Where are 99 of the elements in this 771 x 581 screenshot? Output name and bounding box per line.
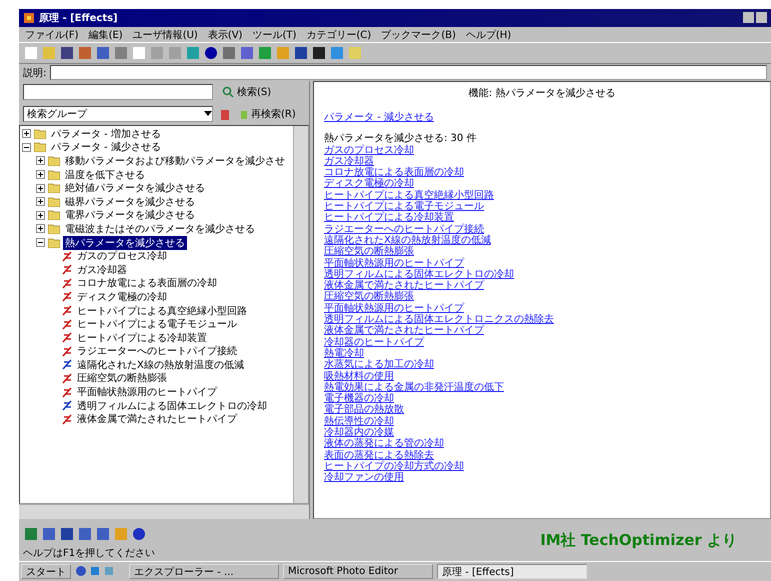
tree-item[interactable]: 遠隔化されたX線の熱放射温度の低減	[75, 358, 246, 372]
tree-item[interactable]: 液体金属で満たされたヒートパイプ	[75, 412, 239, 426]
effect-link[interactable]: 圧縮空気の断熱膨張	[324, 291, 414, 303]
effect-link[interactable]: 液体金属で満たされたヒートパイプ	[324, 280, 484, 292]
menu-item[interactable]: ツール(T)	[252, 28, 296, 42]
tree-item[interactable]: ヒートパイプによる冷却装置	[75, 330, 209, 345]
tree-item[interactable]: 熱パラメータを減少させる	[63, 236, 187, 250]
effect-link[interactable]: 水蒸気による加工の冷却	[324, 359, 434, 371]
effect-link[interactable]: ヒートパイプによる真空絶縁小型回路	[324, 190, 494, 202]
search-field[interactable]	[23, 84, 213, 100]
effect-link[interactable]: 透明フィルムによる固体エレクトロニクスの熱除去	[324, 314, 554, 326]
folder-icon	[34, 128, 46, 139]
search-icon	[222, 86, 234, 98]
effect-link[interactable]: 熱伝導性の冷却	[324, 416, 394, 428]
expand-icon[interactable]	[36, 197, 45, 206]
menu-item[interactable]: ユーザ情報(U)	[132, 28, 198, 42]
group-dropdown[interactable]: 検索グループ	[23, 106, 213, 122]
effect-link[interactable]: 透明フィルムによる固体エレクトロの冷却	[324, 268, 514, 280]
effect-link[interactable]: ガスのプロセス冷却	[324, 144, 414, 156]
toolbar-icon[interactable]	[133, 528, 145, 540]
tree-item[interactable]: ヒートパイプによる真空絶縁小型回路	[75, 304, 249, 318]
effect-link[interactable]: 電子機器の冷却	[324, 393, 394, 404]
description-field[interactable]	[50, 65, 767, 80]
scrollbar[interactable]	[19, 504, 309, 519]
status-text: ヘルプはF1を押してください	[23, 546, 156, 560]
detail-heading: 機能: 熱パラメータを減少させる	[468, 86, 616, 100]
expand-icon[interactable]	[36, 170, 45, 180]
expand-icon[interactable]	[22, 129, 31, 138]
tree-item[interactable]: ラジエーターへのヒートパイプ接続	[75, 344, 239, 358]
folder-icon	[34, 142, 46, 152]
parent-link[interactable]: パラメータ - 減少させる	[324, 112, 434, 124]
taskbar-button[interactable]: エクスプローラー - ...	[129, 564, 279, 578]
effect-link[interactable]: 冷却器内の冷媒	[324, 427, 394, 438]
tree-item[interactable]: コロナ放電による表面層の冷却	[75, 276, 219, 290]
menu-item[interactable]: ファイル(F)	[25, 28, 79, 42]
tree-item[interactable]: ガス冷却器	[75, 262, 129, 277]
tree-item[interactable]: 磁界パラメータを減少させる	[63, 194, 197, 209]
effect-link[interactable]: ディスク電極の冷却	[324, 178, 414, 190]
effect-link[interactable]: ヒートパイプによる電子モジュール	[324, 201, 484, 212]
expand-icon[interactable]	[36, 156, 45, 166]
tree-item[interactable]: ディスク電極の冷却	[75, 290, 169, 304]
tree-item[interactable]: 温度を低下させる	[63, 168, 147, 182]
effect-link[interactable]: 熱電冷却	[324, 348, 364, 360]
window-controls-icon[interactable]	[743, 12, 767, 24]
scrollbar[interactable]	[293, 126, 308, 503]
collapse-icon[interactable]	[22, 142, 31, 152]
menu-item[interactable]: カテゴリー(C)	[306, 28, 372, 42]
effect-link[interactable]: 電子部品の熱放散	[324, 404, 404, 416]
tree-item[interactable]: 透明フィルムによる固体エレクトロの冷却	[75, 398, 269, 413]
tree-item[interactable]: 圧縮空気の断熱膨張	[75, 371, 169, 386]
tree-item[interactable]: 移動パラメータおよび移動パラメータを減少させ	[63, 154, 287, 168]
menu-item[interactable]: ブックマーク(B)	[381, 28, 456, 42]
tree-item[interactable]: 電磁波またはそのパラメータを減少させる	[63, 222, 257, 236]
folder-icon	[48, 156, 60, 166]
effect-link[interactable]: 冷却器のヒートパイプ	[324, 336, 424, 348]
effect-link[interactable]: ガス冷却器	[324, 156, 374, 168]
effect-link[interactable]: 平面軸状熱源用のヒートパイプ	[324, 302, 464, 314]
tree-item[interactable]: ガスのプロセス冷却	[75, 249, 169, 264]
tree-item[interactable]: 平面軸状熱源用のヒートパイプ	[75, 385, 219, 400]
app-icon	[23, 12, 35, 24]
taskbar-button[interactable]: 原理 - [Effects]	[437, 564, 587, 578]
tree-item[interactable]: パラメータ - 増加させる	[49, 126, 163, 141]
folder-icon	[48, 224, 60, 234]
effect-link[interactable]: ヒートパイプによる冷却装置	[324, 212, 454, 224]
menu-item[interactable]: 表示(V)	[208, 28, 242, 42]
effect-link[interactable]: コロナ放電による表面層の冷却	[324, 167, 464, 178]
menu-item[interactable]: ヘルプ(H)	[466, 28, 512, 42]
effect-link[interactable]: 冷却ファンの使用	[324, 472, 404, 484]
effect-link[interactable]: 液体金属で満たされたヒートパイプ	[324, 325, 484, 337]
effect-link[interactable]: 液体の蒸発による管の冷却	[324, 438, 444, 450]
expand-icon[interactable]	[36, 210, 45, 220]
start-button[interactable]: スタート	[21, 564, 71, 578]
effect-link[interactable]: 吸熱材料の使用	[324, 370, 394, 382]
effect-link[interactable]: 圧縮空気の断熱膨張	[324, 246, 414, 258]
tree-item[interactable]: パラメータ - 減少させる	[49, 140, 163, 154]
tree-item[interactable]: 絶対値パラメータを減少させる	[63, 181, 207, 196]
effect-link[interactable]: ヒートパイプの冷却方式の冷却	[324, 460, 464, 472]
expand-icon[interactable]	[36, 224, 45, 234]
collapse-icon[interactable]	[36, 238, 45, 248]
effect-link[interactable]: 平面軸状熱源用のヒートパイプ	[324, 258, 464, 269]
taskbar-button[interactable]: Microsoft Photo Editor	[283, 564, 433, 578]
field-label: 説明:	[23, 66, 46, 80]
folder-icon	[48, 210, 60, 220]
tree-item[interactable]: 電界パラメータを減少させる	[63, 208, 197, 222]
effect-link[interactable]: 遠隔化されたX線の熱放射温度の低減	[324, 234, 491, 246]
folder-icon	[48, 238, 60, 248]
effect-link[interactable]: 熱電効果による金属の非発汗温度の低下	[324, 382, 504, 394]
dropdown-arrow-icon[interactable]	[204, 111, 212, 117]
result-count: 熱パラメータを減少させる: 30 件	[324, 133, 478, 144]
effect-link[interactable]: 表面の蒸発による熱除去	[324, 450, 434, 461]
expand-icon[interactable]	[36, 184, 45, 193]
window-title: 原理 - [Effects]	[39, 12, 119, 25]
folder-icon	[48, 170, 60, 180]
source-caption: IM社 TechOptimizer より	[540, 530, 737, 550]
folder-icon	[48, 183, 60, 194]
menu-item[interactable]: 編集(E)	[88, 28, 123, 42]
toolbar-icon[interactable]	[205, 47, 217, 59]
folder-icon	[48, 196, 60, 207]
tree-item[interactable]: ヒートパイプによる電子モジュール	[75, 317, 239, 332]
